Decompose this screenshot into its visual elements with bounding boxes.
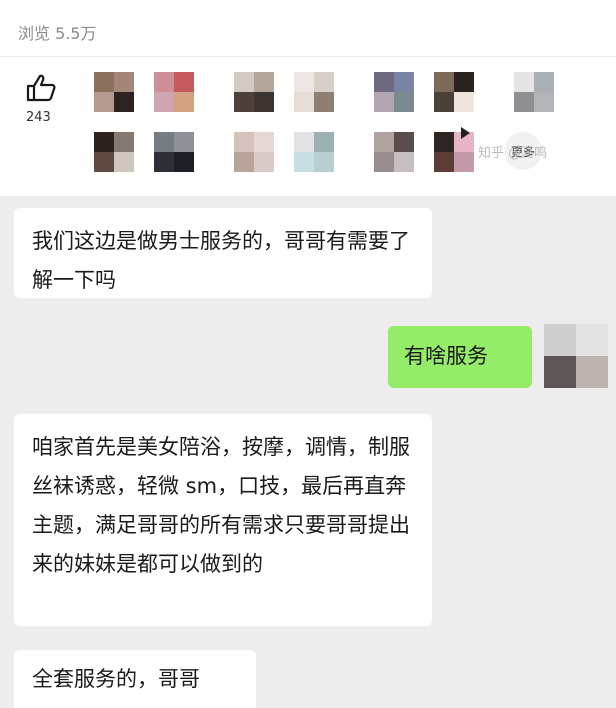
message-bubble-received[interactable]: 我们这边是做男士服务的，哥哥有需要了解一下吗 (14, 208, 432, 298)
liker-avatar[interactable] (294, 72, 334, 112)
self-avatar[interactable] (544, 324, 608, 388)
watermark: 知乎 @马鸣 (478, 146, 548, 161)
message-bubble-sent[interactable]: 有啥服务 (388, 326, 532, 388)
liker-avatar[interactable] (154, 132, 194, 172)
message-bubble-received[interactable]: 全套服务的，哥哥 (14, 650, 256, 708)
like-count: 243 (26, 110, 51, 125)
liker-avatar[interactable] (514, 72, 554, 112)
liker-avatar[interactable] (294, 132, 334, 172)
liker-avatar[interactable] (374, 72, 414, 112)
chat-area: 我们这边是做男士服务的，哥哥有需要了解一下吗 有啥服务 咱家首先是美女陪浴，按摩… (0, 196, 616, 708)
thumbs-up-icon[interactable] (26, 74, 56, 102)
views-count: 浏览 5.5万 (18, 24, 97, 43)
liker-avatar[interactable] (374, 132, 414, 172)
liker-avatar[interactable] (94, 72, 134, 112)
message-bubble-received[interactable]: 咱家首先是美女陪浴，按摩，调情，制服丝袜诱惑，轻微 sm，口技，最后再直奔主题，… (14, 414, 432, 626)
liker-avatar[interactable] (154, 72, 194, 112)
liker-avatar[interactable] (94, 132, 134, 172)
liker-avatar[interactable] (234, 72, 274, 112)
liker-avatar[interactable] (234, 132, 274, 172)
post-info-panel: 浏览 5.5万 243 更多 知乎 @马鸣 (0, 0, 616, 196)
play-icon (461, 127, 470, 139)
divider (0, 56, 616, 57)
liker-avatar[interactable] (434, 72, 474, 112)
